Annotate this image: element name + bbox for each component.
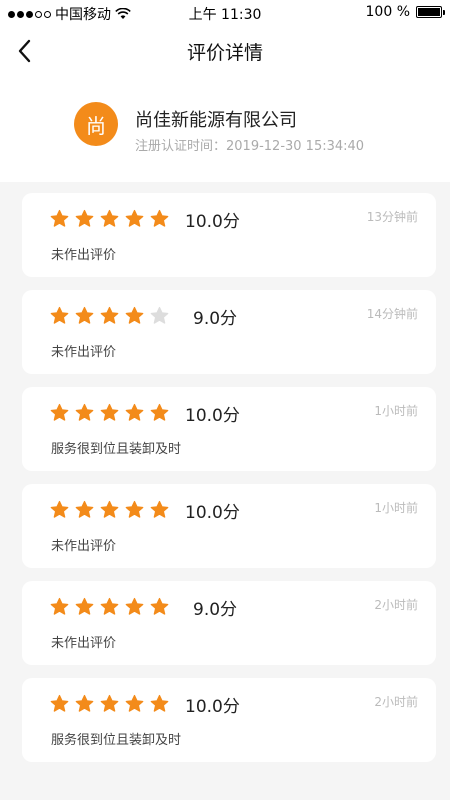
review-comment: 服务很到位且装卸及时: [51, 442, 182, 457]
review-card: 9.0分 2小时前未作出评价: [22, 581, 436, 665]
star-filled-icon: [100, 306, 119, 324]
review-card: 9.0分 14分钟前未作出评价: [22, 290, 436, 374]
company-header: 尚 尚佳新能源有限公司 注册认证时间：2019-12-30 15:34:40: [0, 76, 450, 182]
review-time: 1小时前: [374, 404, 418, 418]
star-filled-icon: [50, 597, 69, 615]
star-filled-icon: [50, 694, 69, 712]
status-right: 100 %: [365, 4, 445, 20]
rating-stars: [50, 597, 169, 616]
star-filled-icon: [75, 500, 94, 518]
star-filled-icon: [125, 403, 144, 421]
review-comment: 服务很到位且装卸及时: [51, 733, 182, 748]
review-comment: 未作出评价: [51, 636, 117, 651]
star-filled-icon: [100, 209, 119, 227]
review-comment: 未作出评价: [51, 248, 117, 263]
star-filled-icon: [150, 694, 169, 712]
star-filled-icon: [150, 403, 169, 421]
nav-bar: 评价详情: [0, 26, 450, 76]
page-title: 评价详情: [186, 42, 263, 64]
star-filled-icon: [50, 306, 69, 324]
star-filled-icon: [100, 403, 119, 421]
star-filled-icon: [125, 306, 144, 324]
review-score: 10.0分: [185, 212, 240, 232]
review-card: 10.0分 13分钟前未作出评价: [22, 193, 436, 277]
review-card: 10.0分 1小时前未作出评价: [22, 484, 436, 568]
star-filled-icon: [100, 597, 119, 615]
company-name: 尚佳新能源有限公司: [135, 110, 297, 131]
review-score: 10.0分: [185, 503, 240, 523]
star-filled-icon: [50, 403, 69, 421]
star-filled-icon: [125, 694, 144, 712]
review-time: 1小时前: [374, 501, 418, 515]
battery-percent: 100 %: [365, 4, 410, 20]
star-filled-icon: [75, 306, 94, 324]
review-score: 9.0分: [193, 309, 238, 329]
star-filled-icon: [150, 597, 169, 615]
rating-stars: [50, 306, 169, 325]
star-filled-icon: [125, 597, 144, 615]
review-time: 2小时前: [374, 695, 418, 709]
star-filled-icon: [75, 209, 94, 227]
rating-stars: [50, 403, 169, 422]
battery-fill: [418, 8, 440, 16]
rating-stars: [50, 209, 169, 228]
review-time: 2小时前: [374, 598, 418, 612]
star-filled-icon: [150, 500, 169, 518]
company-register-time: 注册认证时间：2019-12-30 15:34:40: [135, 139, 365, 154]
review-comment: 未作出评价: [51, 345, 117, 360]
review-list: 10.0分 13分钟前 未作出评价 9.0分 14分钟前 未作出评价 10.0分 1小时前 服务…: [22, 193, 436, 775]
star-filled-icon: [100, 694, 119, 712]
company-avatar: 尚: [74, 102, 118, 146]
star-filled-icon: [75, 403, 94, 421]
star-filled-icon: [125, 209, 144, 227]
battery-icon: [416, 6, 445, 18]
star-filled-icon: [75, 597, 94, 615]
review-card: 10.0分 1小时前服务很到位且装卸及时: [22, 387, 436, 471]
review-card: 10.0分 2小时前服务很到位且装卸及时: [22, 678, 436, 762]
status-bar: 中国移动 上午 11:30 100 %: [0, 0, 450, 26]
rating-stars: [50, 500, 169, 519]
review-time: 13分钟前: [366, 210, 418, 224]
rating-stars: [50, 694, 169, 713]
review-score: 10.0分: [185, 697, 240, 717]
star-filled-icon: [150, 209, 169, 227]
review-comment: 未作出评价: [51, 539, 117, 554]
star-filled-icon: [50, 209, 69, 227]
review-time: 14分钟前: [366, 307, 418, 321]
star-filled-icon: [75, 694, 94, 712]
star-filled-icon: [50, 500, 69, 518]
review-score: 10.0分: [185, 406, 240, 426]
star-filled-icon: [125, 500, 144, 518]
review-score: 9.0分: [193, 600, 238, 620]
star-empty-icon: [150, 306, 169, 324]
star-filled-icon: [100, 500, 119, 518]
